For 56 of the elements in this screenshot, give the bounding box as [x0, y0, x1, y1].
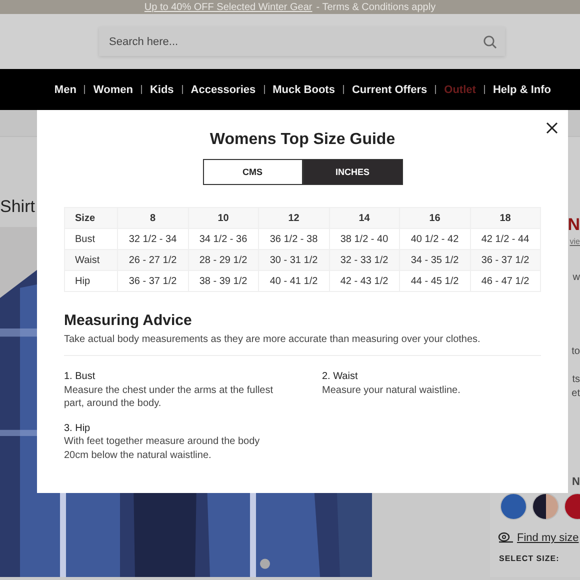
- column-header: Size: [64, 208, 118, 228]
- column-header: 12: [258, 208, 329, 228]
- colour-label: N: [572, 475, 580, 489]
- reviews-link[interactable]: vie: [570, 235, 580, 249]
- nav-link[interactable]: Kids: [142, 84, 182, 96]
- advice-text: With feet together measure around the body 20cm below the natural waistline.: [64, 435, 261, 462]
- colour-swatch[interactable]: [500, 493, 527, 520]
- row-header: Hip: [64, 270, 118, 292]
- description-text: w: [572, 271, 580, 285]
- promo-text: - Terms & Conditions apply: [316, 2, 436, 14]
- table-cell: 36 - 37 1/2: [470, 250, 540, 270]
- table-cell: 26 - 27 1/2: [118, 250, 188, 270]
- price-text: N: [568, 215, 580, 235]
- table-cell: 28 - 29 1/2: [188, 250, 258, 270]
- nav-link[interactable]: Accessories: [182, 84, 264, 96]
- search-icon[interactable]: [483, 35, 497, 49]
- table-cell: 36 - 37 1/2: [118, 270, 188, 292]
- advice-text: Measure the chest under the arms at the fullest part, around the body.: [64, 384, 274, 410]
- nav-link[interactable]: Current Offers: [344, 84, 436, 96]
- nav-link[interactable]: Muck Boots: [264, 84, 343, 96]
- product-title: Shirt: [0, 197, 36, 217]
- description-text: ts: [572, 373, 580, 387]
- table-cell: 46 - 47 1/2: [470, 270, 540, 292]
- advice-title: 1. Bust: [64, 370, 96, 384]
- column-header: 14: [329, 208, 400, 228]
- advice-text: Measure your natural waistline.: [322, 384, 462, 397]
- column-header: 18: [470, 208, 540, 228]
- table-cell: 32 - 33 1/2: [329, 250, 400, 270]
- description-text: et: [572, 387, 580, 401]
- advice-title: 3. Hip: [64, 422, 92, 435]
- close-icon[interactable]: [546, 122, 558, 134]
- advice-text: Take actual body measurements as they are more accurate than measuring over your clothes.: [64, 334, 541, 356]
- table-cell: 44 - 45 1/2: [400, 270, 470, 292]
- find-my-size-link[interactable]: Find my size: [517, 532, 579, 544]
- column-header: 8: [118, 208, 188, 228]
- description-text: to: [572, 345, 580, 359]
- nav-link[interactable]: Women: [85, 84, 141, 96]
- nav-link[interactable]: Men: [46, 84, 84, 96]
- select-size-label: SELECT SIZE:: [499, 554, 560, 563]
- section-heading: Measuring Advice: [64, 312, 193, 330]
- nav-link[interactable]: Help & Info: [484, 84, 559, 96]
- row-header: Waist: [64, 250, 118, 270]
- advice-title: 2. Waist: [322, 370, 359, 384]
- table-cell: 40 - 41 1/2: [258, 270, 329, 292]
- colour-swatch[interactable]: [532, 493, 559, 520]
- column-header: 16: [400, 208, 470, 228]
- search-field[interactable]: Search here...: [99, 27, 505, 56]
- dialog-title: Womens Top Size Guide: [208, 130, 396, 150]
- table-cell: 34 - 35 1/2: [400, 250, 470, 270]
- column-header: 10: [188, 208, 258, 228]
- table-cell: 38 - 39 1/2: [188, 270, 258, 292]
- unit-tab[interactable]: INCHES: [302, 159, 402, 185]
- table-cell: 42 - 43 1/2: [329, 270, 400, 292]
- unit-tab[interactable]: CMS: [202, 159, 302, 185]
- table-cell: 30 - 31 1/2: [258, 250, 329, 270]
- tape-measure-icon: [498, 532, 514, 544]
